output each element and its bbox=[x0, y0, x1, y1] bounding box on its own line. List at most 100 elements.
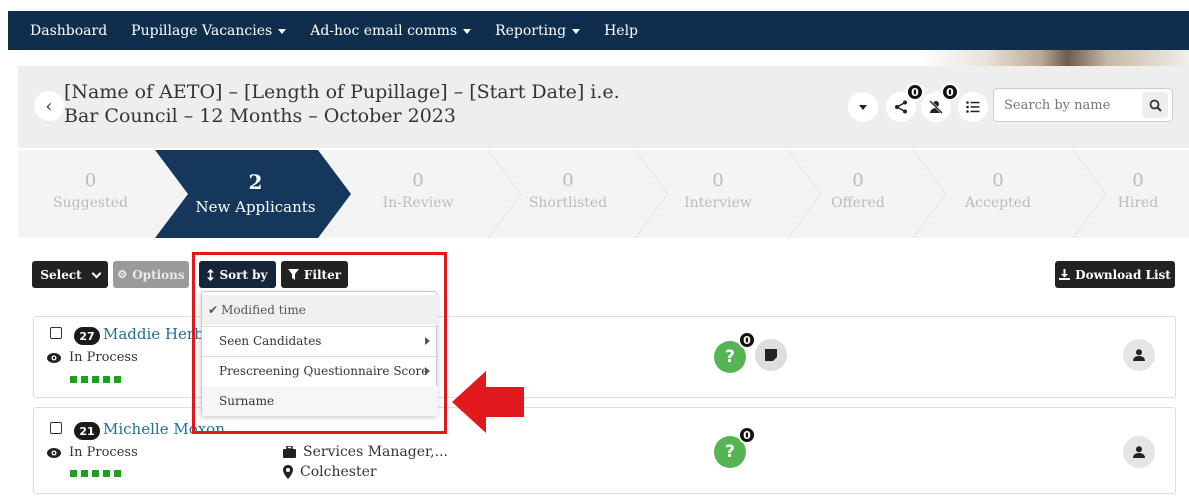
nav-reporting-label: Reporting bbox=[495, 22, 567, 39]
nav-adhoc-email[interactable]: Ad-hoc email comms bbox=[298, 23, 483, 39]
eye-icon bbox=[47, 447, 61, 458]
sort-option-label: Modified time bbox=[221, 303, 306, 317]
chevron-down-icon bbox=[463, 29, 472, 34]
sort-option-label: Surname bbox=[219, 394, 275, 408]
questionnaire-button[interactable]: ? 0 bbox=[714, 331, 756, 373]
download-icon bbox=[1059, 269, 1071, 280]
share-button[interactable]: 0 bbox=[886, 83, 924, 122]
sort-by-menu: ✔ Modified time Seen Candidates Prescree… bbox=[201, 291, 438, 416]
stage-offered[interactable]: 0 Offered bbox=[793, 150, 923, 238]
sticky-note-icon bbox=[765, 349, 777, 361]
stage-count: 2 bbox=[248, 170, 263, 194]
nav-reporting[interactable]: Reporting bbox=[483, 23, 592, 39]
stage-accepted[interactable]: 0 Accepted bbox=[928, 150, 1068, 238]
download-list-button[interactable]: Download List bbox=[1055, 261, 1175, 288]
candidate-name-link[interactable]: Michelle Moxon bbox=[103, 420, 225, 438]
back-button[interactable]: ‹ bbox=[34, 91, 64, 121]
sort-option-seen-candidates[interactable]: Seen Candidates bbox=[202, 326, 438, 356]
stage-count: 0 bbox=[992, 170, 1004, 191]
stage-in-review[interactable]: 0 In-Review bbox=[348, 150, 488, 238]
more-dropdown-button[interactable] bbox=[848, 92, 878, 122]
nav-dashboard-label: Dashboard bbox=[30, 22, 108, 39]
options-button[interactable]: ⚙ Options bbox=[113, 261, 189, 288]
chevron-down-icon bbox=[91, 268, 102, 278]
share-count-badge: 0 bbox=[906, 83, 924, 101]
nav-pupillage-vacancies-label: Pupillage Vacancies bbox=[131, 22, 273, 39]
nav-pupillage-vacancies[interactable]: Pupillage Vacancies bbox=[119, 23, 298, 39]
stage-label: Shortlisted bbox=[528, 195, 608, 211]
stage-count: 0 bbox=[84, 170, 97, 191]
stage-count: 0 bbox=[712, 170, 724, 191]
questionnaire-count-badge: 0 bbox=[738, 426, 756, 444]
gear-icon: ⚙ bbox=[117, 268, 128, 281]
questionnaire-button[interactable]: ? 0 bbox=[714, 426, 756, 468]
search-button[interactable] bbox=[1142, 92, 1168, 118]
select-label: Select bbox=[40, 267, 82, 282]
sort-by-button[interactable]: Sort by bbox=[199, 261, 276, 288]
nav-adhoc-email-label: Ad-hoc email comms bbox=[310, 22, 458, 39]
sort-option-prescreening-score[interactable]: Prescreening Questionnaire Score bbox=[202, 356, 438, 386]
search-input[interactable] bbox=[994, 97, 1134, 113]
candidate-status-text: In Process bbox=[69, 350, 138, 365]
assign-user-button[interactable] bbox=[1123, 339, 1155, 371]
nav-help-label: Help bbox=[604, 22, 639, 39]
stage-shortlisted[interactable]: 0 Shortlisted bbox=[498, 150, 638, 238]
page-title: [Name of AETO] – [Length of Pupillage] –… bbox=[64, 81, 620, 127]
top-navbar: Dashboard Pupillage Vacancies Ad-hoc ema… bbox=[8, 11, 1189, 50]
stage-label: New Applicants bbox=[195, 198, 316, 216]
nav-dashboard[interactable]: Dashboard bbox=[8, 23, 119, 39]
list-icon bbox=[966, 101, 980, 113]
candidate-checkbox[interactable] bbox=[50, 422, 62, 434]
candidate-job-text: Services Manager,... bbox=[303, 444, 448, 460]
unassign-button[interactable]: 0 bbox=[921, 83, 959, 122]
assign-user-button[interactable] bbox=[1123, 436, 1155, 468]
chevron-right-icon bbox=[425, 367, 430, 375]
unassign-count-badge: 0 bbox=[941, 83, 959, 101]
filter-button[interactable]: Filter bbox=[281, 261, 348, 288]
app-root: Dashboard Pupillage Vacancies Ad-hoc ema… bbox=[0, 0, 1189, 499]
eye-icon bbox=[47, 352, 61, 363]
nav-help[interactable]: Help bbox=[592, 23, 650, 39]
candidate-score-badge: 21 bbox=[74, 422, 100, 440]
filter-label: Filter bbox=[303, 267, 342, 282]
user-icon bbox=[1133, 349, 1145, 361]
sort-option-modified-time[interactable]: ✔ Modified time bbox=[202, 295, 438, 325]
sort-option-label: Seen Candidates bbox=[219, 334, 322, 348]
candidate-name-link[interactable]: Maddie Herbe bbox=[103, 325, 213, 343]
chevron-right-icon bbox=[425, 337, 430, 345]
stage-new-applicants[interactable]: 2 New Applicants bbox=[183, 150, 328, 238]
candidate-checkbox[interactable] bbox=[50, 327, 62, 339]
filter-icon bbox=[287, 269, 299, 280]
stage-count: 0 bbox=[852, 170, 864, 191]
caret-down-icon bbox=[859, 104, 867, 110]
candidate-location-text: Colchester bbox=[300, 464, 377, 480]
questionnaire-count-badge: 0 bbox=[738, 331, 756, 349]
stage-interview[interactable]: 0 Interview bbox=[648, 150, 788, 238]
select-dropdown-button[interactable]: Select bbox=[32, 261, 108, 288]
annotation-arrow-icon bbox=[452, 371, 524, 433]
sort-arrows-icon bbox=[207, 268, 215, 281]
stage-label: Offered bbox=[831, 195, 885, 211]
checkmark-icon: ✔ bbox=[208, 303, 219, 317]
candidate-status: In Process bbox=[47, 350, 138, 365]
vacancy-header: ‹ [Name of AETO] – [Length of Pupillage]… bbox=[18, 66, 1189, 148]
progress-dots bbox=[70, 470, 121, 477]
sort-option-surname[interactable]: Surname bbox=[202, 386, 438, 416]
stage-hired[interactable]: 0 Hired bbox=[1088, 150, 1188, 238]
candidate-location: Colchester bbox=[283, 464, 377, 480]
list-view-button[interactable] bbox=[958, 92, 988, 122]
stage-label: Accepted bbox=[965, 195, 1031, 211]
candidate-score-badge: 27 bbox=[74, 327, 100, 345]
stage-suggested[interactable]: 0 Suggested bbox=[18, 150, 163, 238]
download-list-label: Download List bbox=[1075, 267, 1171, 282]
pipeline-stages: 0 Suggested 2 New Applicants 0 In-Review… bbox=[18, 150, 1189, 238]
stage-label: Interview bbox=[684, 195, 752, 211]
chevron-left-icon: ‹ bbox=[45, 95, 53, 117]
notes-button[interactable] bbox=[755, 339, 787, 371]
user-icon bbox=[1133, 446, 1145, 458]
stage-count: 0 bbox=[1132, 170, 1144, 191]
candidate-card: 21 Michelle Moxon In Process Services Ma… bbox=[33, 407, 1176, 494]
stage-label: In-Review bbox=[382, 195, 454, 211]
candidate-job: Services Manager,... bbox=[283, 444, 448, 460]
chevron-down-icon bbox=[572, 29, 581, 34]
